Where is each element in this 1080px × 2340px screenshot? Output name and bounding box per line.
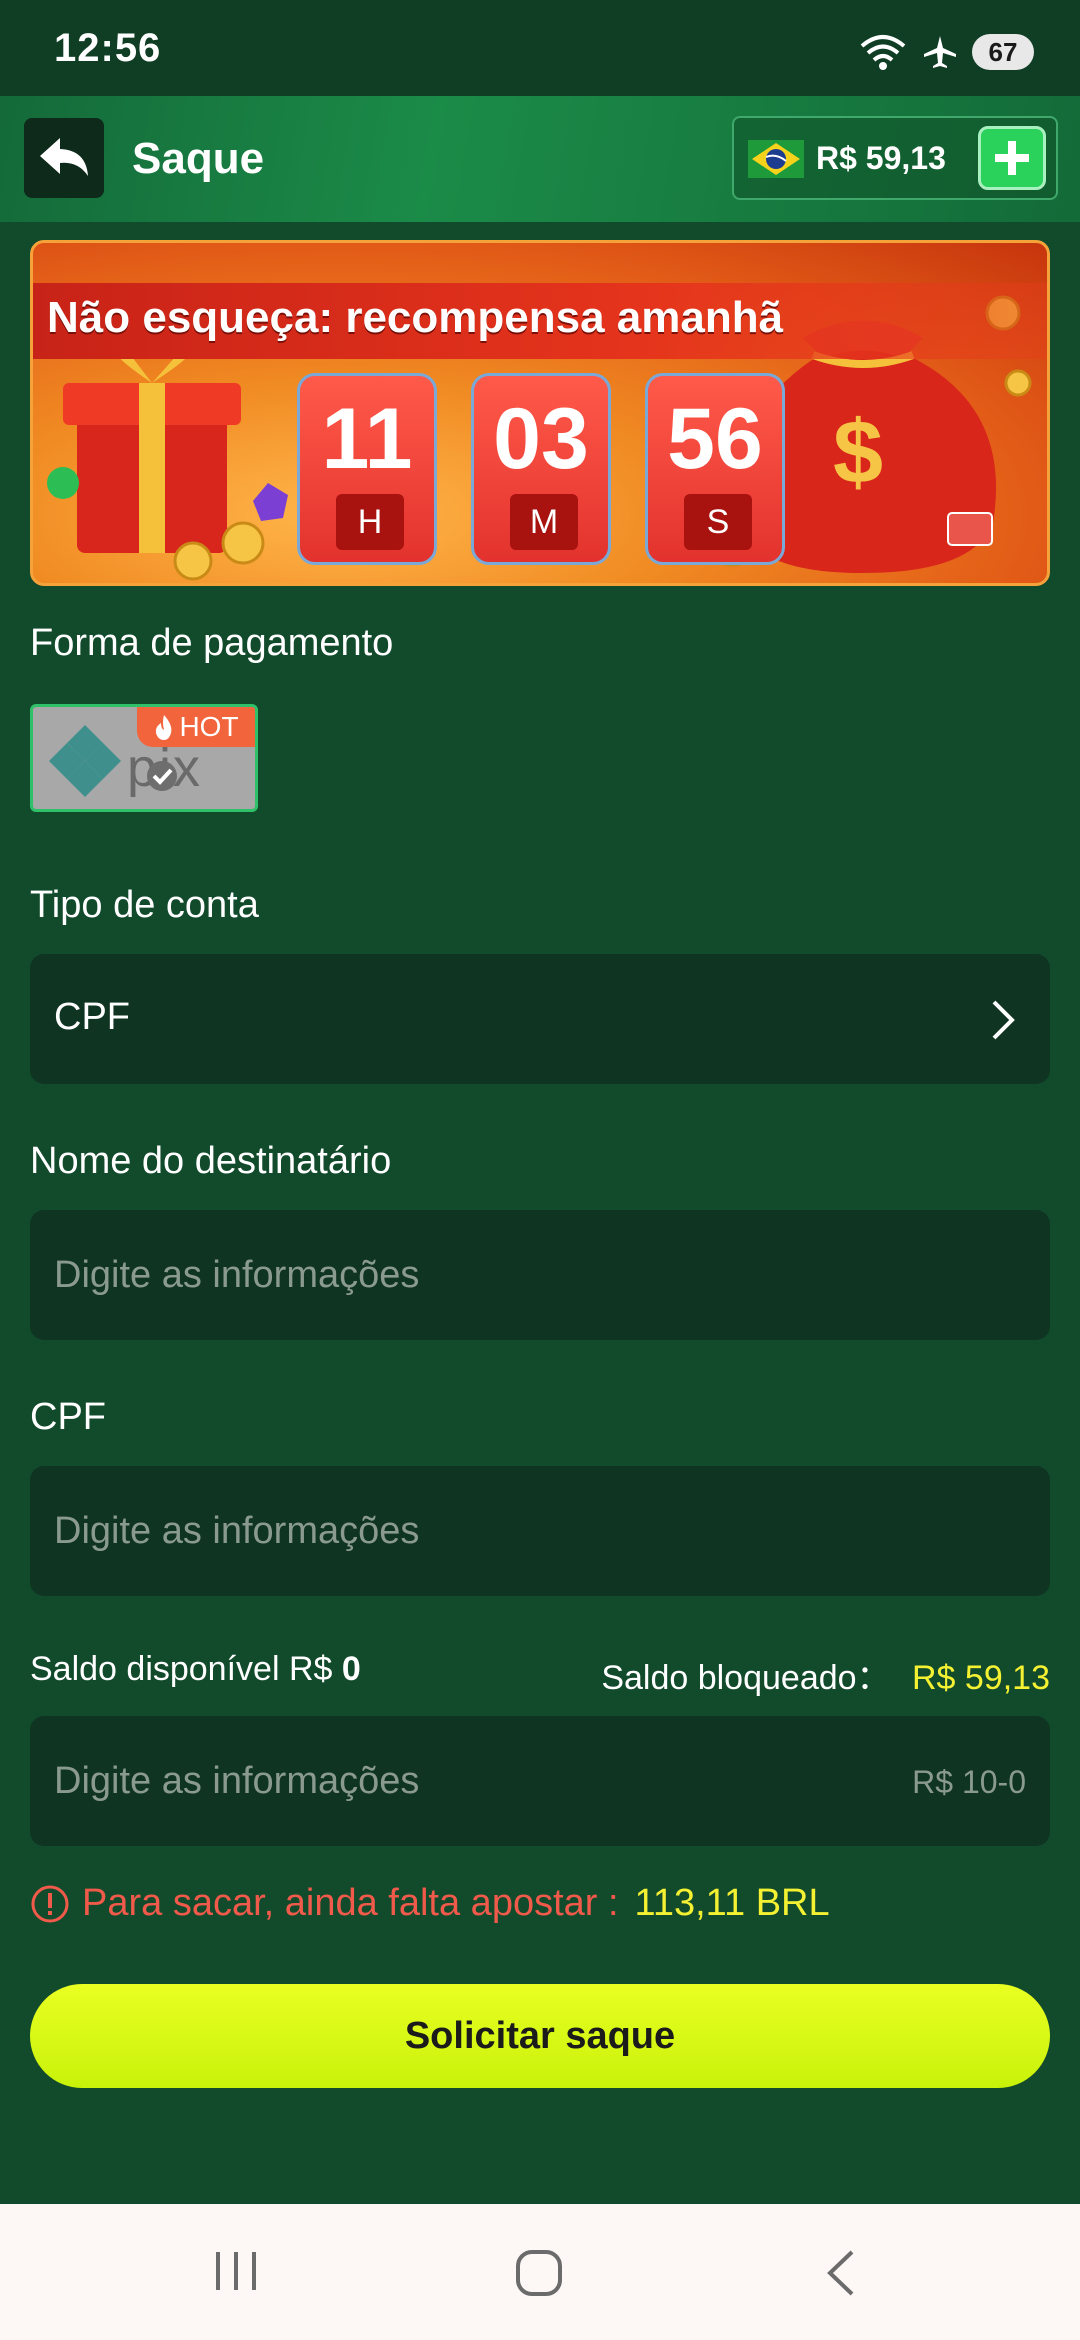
recipient-name-placeholder: Digite as informações (54, 1254, 420, 1296)
wager-warning-amount: 113,11 BRL (634, 1882, 830, 1924)
deposit-plus-button[interactable] (978, 126, 1046, 190)
countdown-minutes: 03 M (471, 373, 611, 565)
battery-icon: 67 (972, 34, 1034, 70)
wifi-icon (860, 35, 906, 70)
recipient-name-label: Nome do destinatário (30, 1140, 392, 1182)
pix-logo-icon (49, 725, 121, 797)
countdown-seconds-value: 56 (667, 391, 763, 487)
countdown-minutes-value: 03 (493, 391, 589, 487)
check-icon (147, 761, 177, 791)
airplane-icon (924, 36, 956, 68)
request-withdraw-button[interactable]: Solicitar saque (30, 1984, 1050, 2088)
chevron-right-icon (992, 1000, 1015, 1040)
recipient-name-input[interactable]: Digite as informações (30, 1210, 1050, 1340)
account-type-select[interactable]: CPF (30, 954, 1050, 1084)
countdown-minutes-unit: M (510, 494, 578, 550)
wager-warning-text: Para sacar, ainda falta apostar : (82, 1882, 619, 1924)
alert-icon (31, 1885, 69, 1922)
status-time: 12:56 (54, 26, 162, 70)
header-balance: R$ 59,13 (816, 140, 946, 176)
recent-apps-icon[interactable] (212, 2248, 260, 2294)
pix-payment-option[interactable]: pix HOT (30, 704, 258, 812)
balance-box[interactable]: R$ 59,13 (732, 116, 1058, 200)
amount-input[interactable]: Digite as informações R$ 10-0 (30, 1716, 1050, 1846)
brazil-flag-icon (748, 140, 804, 178)
countdown-hours: 11 H (297, 373, 437, 565)
back-icon (40, 138, 88, 176)
amount-placeholder: Digite as informações (54, 1760, 420, 1802)
back-nav-icon[interactable] (822, 2248, 858, 2298)
countdown-hours-unit: H (336, 494, 404, 550)
hot-badge: HOT (137, 707, 255, 747)
blocked-balance-value: R$ 59,13 (912, 1659, 1050, 1697)
withdraw-page: 12:56 67 Saque R$ 59,13 $ Não esqueça: r… (0, 0, 1080, 2340)
countdown-seconds-unit: S (684, 494, 752, 550)
hot-badge-text: HOT (179, 711, 239, 742)
blocked-balance-label: Saldo bloqueado： (601, 1659, 891, 1697)
cpf-label: CPF (30, 1396, 106, 1438)
plus-icon (995, 141, 1029, 175)
reward-banner[interactable]: $ Não esqueça: recompensa amanhã 11 H 03… (30, 240, 1050, 586)
available-balance-value: 0 (341, 1650, 361, 1688)
amount-range: R$ 10-0 (912, 1764, 1026, 1800)
cpf-placeholder: Digite as informações (54, 1510, 420, 1552)
wager-warning: Para sacar, ainda falta apostar : 113,11… (30, 1882, 830, 1925)
banner-title: Não esqueça: recompensa amanhã (47, 293, 784, 342)
back-button[interactable] (24, 118, 104, 198)
account-type-value: CPF (54, 996, 130, 1038)
top-bar: Saque R$ 59,13 (0, 96, 1080, 222)
status-icons: 67 (858, 30, 1034, 74)
payment-method-label: Forma de pagamento (30, 622, 394, 664)
available-balance-label: Saldo disponível R$ (30, 1650, 333, 1688)
account-type-label: Tipo de conta (30, 884, 259, 926)
svg-text:$: $ (833, 403, 883, 503)
home-icon[interactable] (514, 2248, 564, 2298)
page-title: Saque (132, 134, 265, 183)
system-navigation-bar (0, 2204, 1080, 2340)
countdown-hours-value: 11 (321, 391, 413, 487)
status-bar: 12:56 67 (0, 0, 1080, 96)
cpf-input[interactable]: Digite as informações (30, 1466, 1050, 1596)
countdown-seconds: 56 S (645, 373, 785, 565)
blocked-balance: Saldo bloqueado： R$ 59,13 (601, 1650, 1050, 1699)
fire-icon (156, 715, 172, 740)
available-balance: Saldo disponível R$ 0 (30, 1650, 361, 1689)
